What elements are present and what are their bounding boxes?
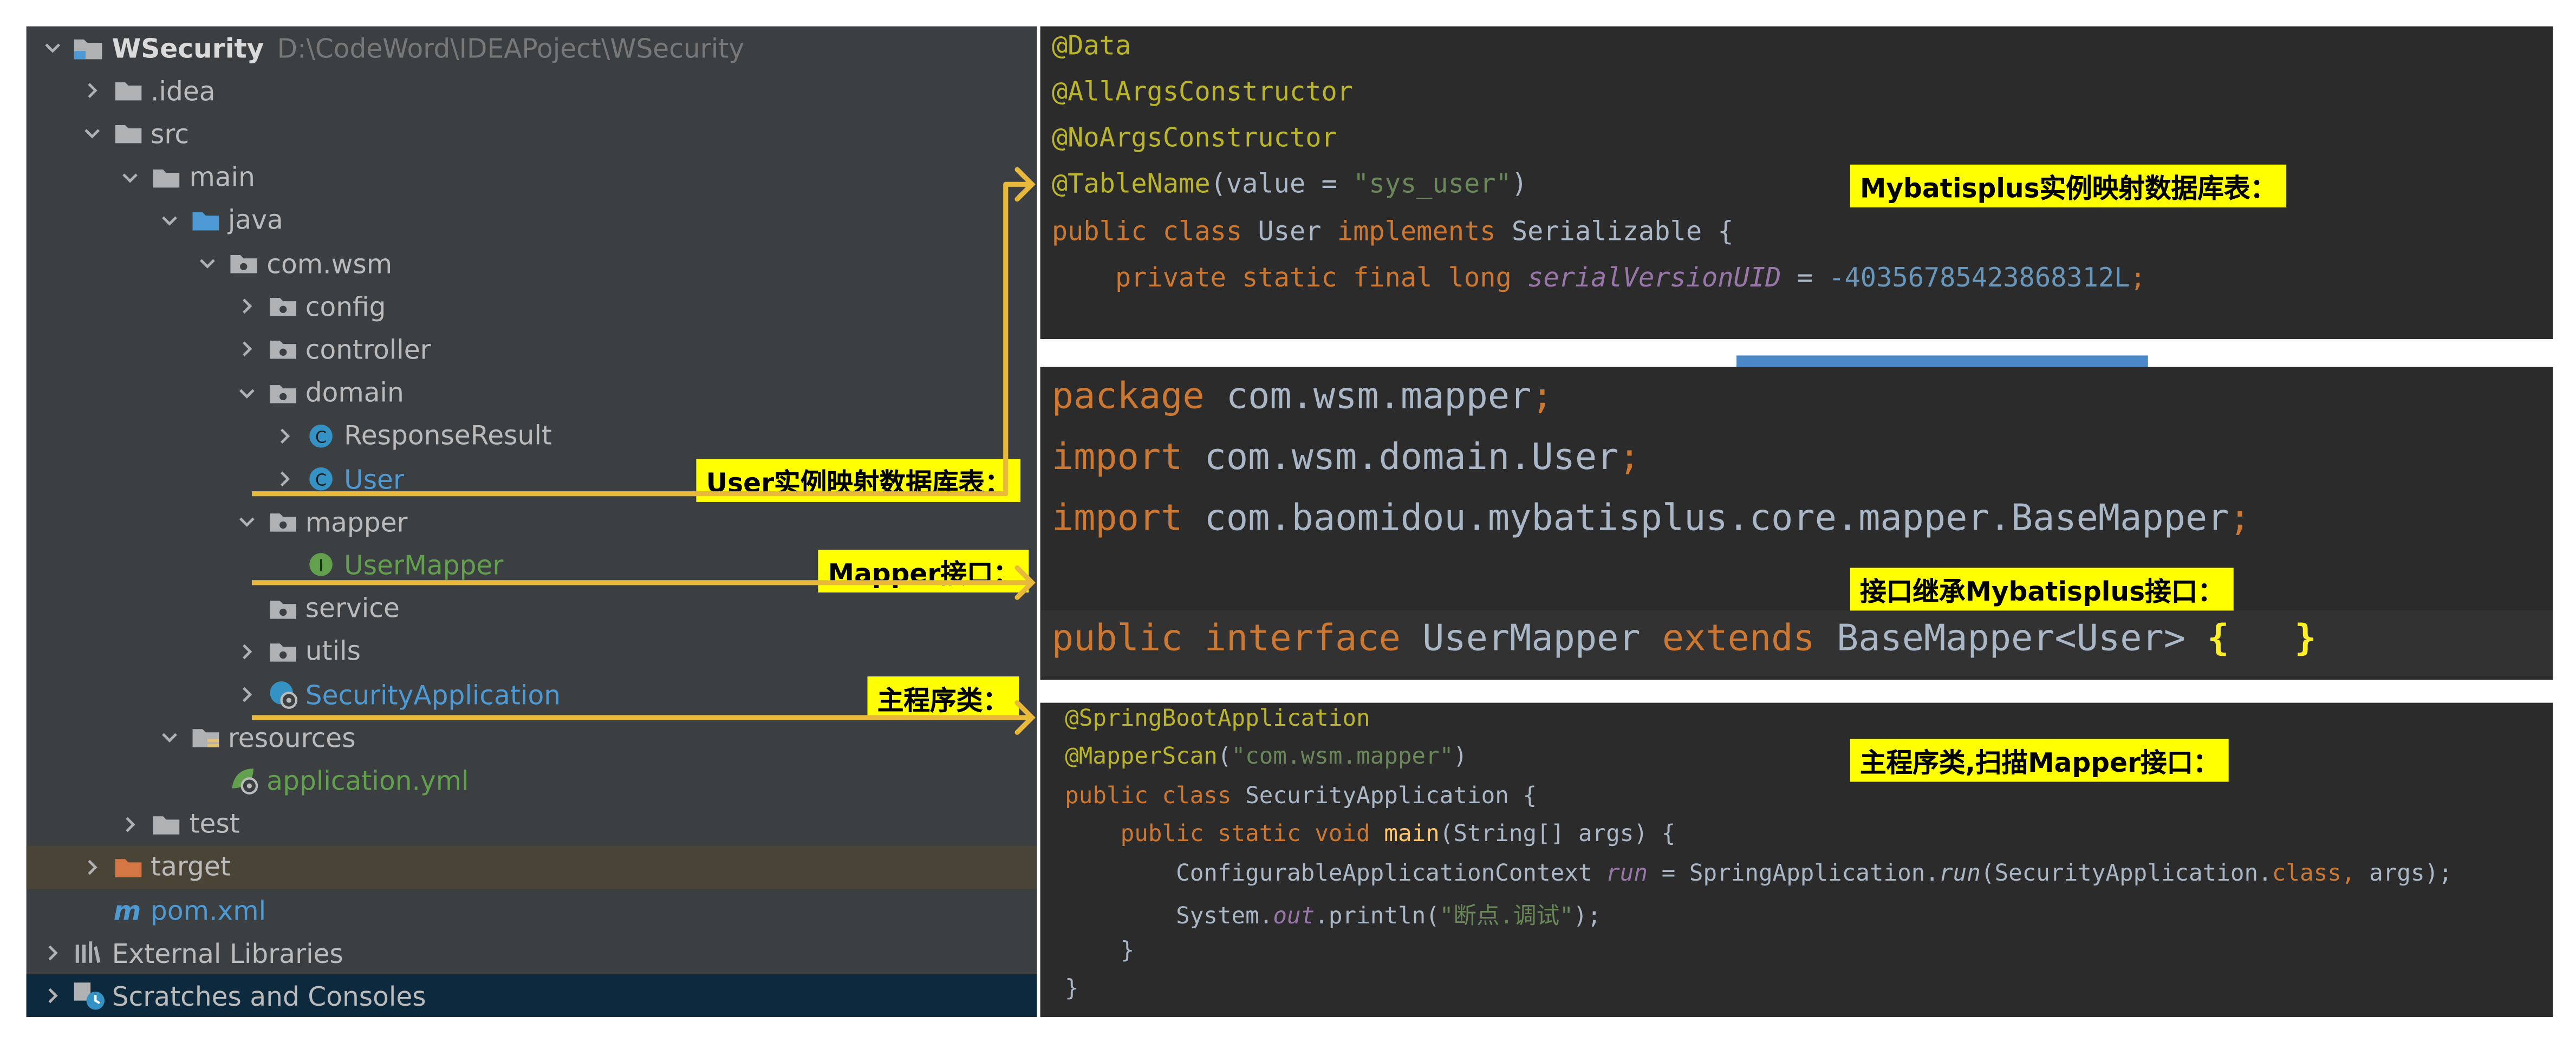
arrow-user-to-entity bbox=[251, 181, 1031, 497]
connector-arrows bbox=[251, 167, 1036, 735]
